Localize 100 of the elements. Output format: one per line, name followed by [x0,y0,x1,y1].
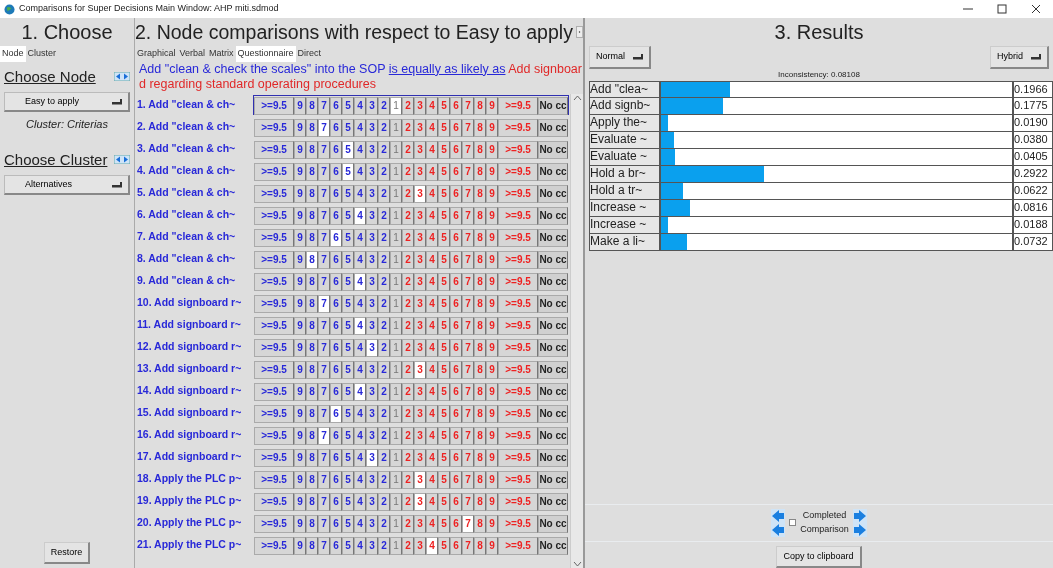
scale-cell[interactable]: >=9.5 [254,118,294,137]
scale-cell[interactable]: 1 [390,228,402,247]
no-comparison-cell[interactable]: No cc [538,228,568,247]
scale-cell[interactable]: >=9.5 [254,272,294,291]
no-comparison-cell[interactable]: No cc [538,316,568,335]
scale-cell[interactable]: 9 [294,272,306,291]
scale-cell[interactable]: 3 [414,492,426,511]
scale-cell[interactable]: 9 [294,316,306,335]
scale-cell[interactable]: 4 [354,272,366,291]
restore-button[interactable]: Restore [43,541,91,564]
scale-cell[interactable]: 8 [306,250,318,269]
scale-cell[interactable]: >=9.5 [254,382,294,401]
scale-cell[interactable]: >=9.5 [254,140,294,159]
scale-cell[interactable]: 3 [366,228,378,247]
scale-cell[interactable]: >=9.5 [254,404,294,423]
scale-cell[interactable]: 1 [390,250,402,269]
scale-cell[interactable]: 4 [354,316,366,335]
scale-cell[interactable]: 2 [378,272,390,291]
scale-cell[interactable]: 3 [366,426,378,445]
scale-cell[interactable]: 9 [294,426,306,445]
scale-cell[interactable]: 2 [378,250,390,269]
scale-cell[interactable]: 2 [378,514,390,533]
scale-cell[interactable]: 6 [330,206,342,225]
scale-cell[interactable]: 6 [330,228,342,247]
scale-cell[interactable]: 8 [306,140,318,159]
scale-cell[interactable]: 8 [306,536,318,555]
scale-cell[interactable]: 3 [366,382,378,401]
scale-cell[interactable]: 4 [354,184,366,203]
scale-cell[interactable]: 8 [306,272,318,291]
close-icon[interactable] [1031,4,1041,14]
no-comparison-cell[interactable]: No cc [538,206,568,225]
scale-cell[interactable]: 5 [342,184,354,203]
scale-cell[interactable]: 9 [294,294,306,313]
scale-cell[interactable]: 1 [390,492,402,511]
scale-cell[interactable]: 1 [390,448,402,467]
scale-cell[interactable]: 4 [354,338,366,357]
scale-cell[interactable]: 2 [378,206,390,225]
scale-cell[interactable]: 3 [366,96,378,115]
scale-cell[interactable]: 5 [342,206,354,225]
scale-cell[interactable]: 6 [330,162,342,181]
scale-cell[interactable]: 6 [330,140,342,159]
scale-cell[interactable]: 3 [366,206,378,225]
scale-cell[interactable]: 4 [354,382,366,401]
scale-cell[interactable]: 3 [366,470,378,489]
scale-cell[interactable]: 4 [354,514,366,533]
scale-cell[interactable]: >=9.5 [254,338,294,357]
scale-cell[interactable]: 5 [342,360,354,379]
scale-cell[interactable]: 4 [354,250,366,269]
relation-link[interactable]: is equally as likely as [388,61,506,76]
scale-cell[interactable]: 2 [378,184,390,203]
scale-cell[interactable]: 7 [318,118,330,137]
scale-cell[interactable]: 9 [294,206,306,225]
scale-cell[interactable]: 2 [378,338,390,357]
maximize-icon[interactable] [997,4,1007,14]
scale-cell[interactable]: 1 [390,316,402,335]
scale-cell[interactable]: 4 [354,140,366,159]
scale-cell[interactable]: 9 [294,184,306,203]
scale-cell[interactable]: 5 [342,404,354,423]
scale-cell[interactable]: 3 [366,492,378,511]
scale-cell[interactable]: >=9.5 [254,206,294,225]
scale-cell[interactable]: >=9.5 [254,294,294,313]
scale-cell[interactable]: 8 [306,404,318,423]
scale-cell[interactable]: 4 [354,470,366,489]
scale-cell[interactable]: 3 [366,162,378,181]
scale-cell[interactable]: 8 [306,118,318,137]
scale-cell[interactable]: 8 [306,184,318,203]
scale-cell[interactable]: 1 [390,404,402,423]
scale-cell[interactable]: >=9.5 [254,250,294,269]
tab[interactable]: Verbal [177,46,208,62]
scale-cell[interactable]: 9 [294,382,306,401]
scale-cell[interactable]: 2 [378,360,390,379]
scale-cell[interactable]: 4 [354,404,366,423]
no-comparison-cell[interactable]: No cc [538,184,568,203]
scale-cell[interactable]: 8 [306,162,318,181]
scale-cell[interactable]: 9 [294,140,306,159]
no-comparison-cell[interactable]: No cc [538,470,568,489]
scale-cell[interactable]: 7 [318,404,330,423]
no-comparison-cell[interactable]: No cc [538,404,568,423]
scale-cell[interactable]: 6 [330,338,342,357]
scale-cell[interactable]: 3 [366,294,378,313]
scale-cell[interactable]: 7 [318,272,330,291]
scale-cell[interactable]: 5 [342,294,354,313]
scale-cell[interactable]: 5 [342,140,354,159]
scale-cell[interactable]: 2 [378,228,390,247]
node-dropdown[interactable]: Easy to apply [4,92,130,112]
scale-cell[interactable]: 1 [390,140,402,159]
scale-cell[interactable]: 9 [294,162,306,181]
scale-cell[interactable]: 1 [390,338,402,357]
scale-cell[interactable]: 3 [366,316,378,335]
no-comparison-cell[interactable]: No cc [538,536,568,555]
scale-cell[interactable]: 5 [342,470,354,489]
scale-cell[interactable]: >=9.5 [254,360,294,379]
scale-cell[interactable]: 6 [330,382,342,401]
scale-cell[interactable]: 5 [342,382,354,401]
tab[interactable]: Cluster [25,46,59,62]
scale-cell[interactable]: 6 [330,250,342,269]
scale-cell[interactable]: 8 [306,360,318,379]
scale-cell[interactable]: 6 [330,118,342,137]
scale-cell[interactable]: 4 [354,536,366,555]
scale-cell[interactable]: 8 [306,514,318,533]
